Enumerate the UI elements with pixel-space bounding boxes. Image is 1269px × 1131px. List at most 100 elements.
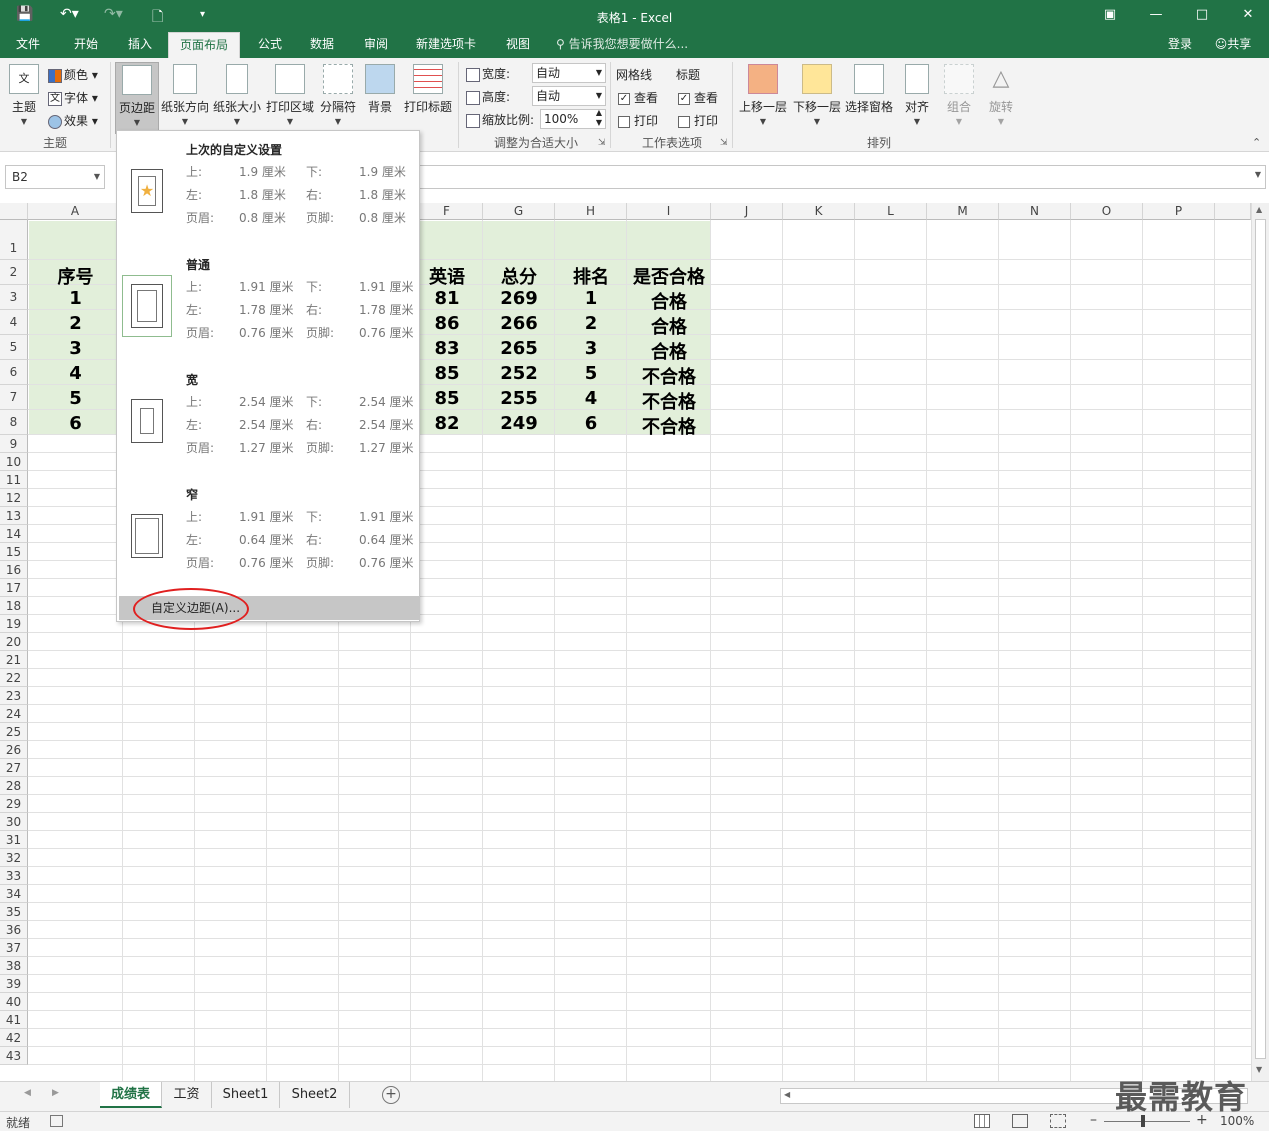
column-header[interactable]: F: [411, 203, 483, 220]
row-header[interactable]: 14: [0, 525, 28, 543]
minimize-button[interactable]: —: [1144, 4, 1168, 26]
select-all-corner[interactable]: [0, 203, 28, 220]
row-header[interactable]: 22: [0, 669, 28, 687]
gridlines-print-checkbox[interactable]: 打印: [618, 112, 658, 129]
row-header[interactable]: 32: [0, 849, 28, 867]
cell[interactable]: 不合格: [627, 413, 711, 439]
fonts-button[interactable]: 文字体 ▾: [48, 89, 98, 106]
collapse-ribbon-icon[interactable]: ⌃: [1252, 136, 1261, 149]
scroll-down-icon[interactable]: ▼: [1256, 1065, 1262, 1074]
bring-forward-button[interactable]: 上移一层 ▼: [738, 62, 788, 130]
column-header[interactable]: L: [855, 203, 927, 220]
row-header[interactable]: 10: [0, 453, 28, 471]
cell-header[interactable]: 总分: [483, 263, 555, 289]
tab-home[interactable]: 开始: [64, 32, 108, 58]
orientation-button[interactable]: 纸张方向 ▼: [160, 62, 210, 130]
send-backward-button[interactable]: 下移一层 ▼: [792, 62, 842, 130]
column-header[interactable]: P: [1143, 203, 1215, 220]
row-header[interactable]: 43: [0, 1047, 28, 1065]
row-header[interactable]: 30: [0, 813, 28, 831]
breaks-button[interactable]: 分隔符 ▼: [318, 62, 358, 130]
group-button[interactable]: 组合 ▼: [940, 62, 978, 130]
row-header[interactable]: 24: [0, 705, 28, 723]
column-header[interactable]: K: [783, 203, 855, 220]
maximize-button[interactable]: □: [1190, 4, 1214, 26]
cell[interactable]: 4: [28, 363, 123, 384]
expand-formula-icon[interactable]: ▼: [1255, 170, 1261, 179]
row-header[interactable]: 13: [0, 507, 28, 525]
cell[interactable]: 3: [28, 338, 123, 359]
row-header[interactable]: 12: [0, 489, 28, 507]
cell[interactable]: 不合格: [627, 388, 711, 414]
share-button[interactable]: ☺共享: [1206, 32, 1260, 58]
zoom-out-icon[interactable]: –: [1090, 1112, 1097, 1128]
scroll-thumb[interactable]: [1255, 219, 1266, 1059]
row-header[interactable]: 15: [0, 543, 28, 561]
row-header[interactable]: 38: [0, 957, 28, 975]
page-layout-view-icon[interactable]: [1012, 1114, 1028, 1128]
row-header[interactable]: 36: [0, 921, 28, 939]
scroll-left-icon[interactable]: ◀: [784, 1090, 790, 1099]
cell[interactable]: 265: [483, 338, 555, 359]
row-header[interactable]: 21: [0, 651, 28, 669]
row-header[interactable]: 29: [0, 795, 28, 813]
name-box[interactable]: B2 ▼: [5, 165, 105, 189]
macro-record-icon[interactable]: [50, 1115, 63, 1127]
tab-data[interactable]: 数据: [300, 32, 344, 58]
add-sheet-icon[interactable]: +: [382, 1086, 400, 1104]
margin-preset-item[interactable]: 宽上: 2.54 厘米 下: 2.54 厘米 左: 2.54 厘米 右: 2.54 厘米 页眉:…: [117, 361, 419, 475]
scroll-left-icon[interactable]: ◀: [24, 1088, 31, 1098]
cell-header[interactable]: 英语: [411, 263, 483, 289]
colors-button[interactable]: 颜色 ▾: [48, 66, 98, 83]
row-header[interactable]: 27: [0, 759, 28, 777]
row-header[interactable]: 9: [0, 435, 28, 453]
cell[interactable]: 85: [411, 363, 483, 384]
sheet-tab[interactable]: Sheet2: [280, 1082, 350, 1108]
cell[interactable]: 6: [28, 413, 123, 434]
row-header[interactable]: 37: [0, 939, 28, 957]
column-header[interactable]: J: [711, 203, 783, 220]
cell[interactable]: 255: [483, 388, 555, 409]
cell[interactable]: 252: [483, 363, 555, 384]
cell[interactable]: 2: [28, 313, 123, 334]
cell-header[interactable]: 是否合格: [627, 263, 711, 289]
row-header[interactable]: 19: [0, 615, 28, 633]
column-header[interactable]: I: [627, 203, 711, 220]
scale-spinner[interactable]: 100% ▲ ▼: [540, 108, 606, 129]
margins-button[interactable]: 页边距 ▼: [115, 62, 159, 134]
tab-formulas[interactable]: 公式: [248, 32, 292, 58]
cell[interactable]: 3: [555, 338, 627, 359]
row-header[interactable]: 40: [0, 993, 28, 1011]
print-titles-button[interactable]: 打印标题: [402, 62, 454, 130]
cell[interactable]: 合格: [627, 338, 711, 364]
row-header[interactable]: 1: [0, 220, 28, 260]
themes-button[interactable]: 文 主题 ▼: [4, 62, 44, 130]
sheet-tab[interactable]: 成绩表: [100, 1082, 162, 1108]
close-button[interactable]: ✕: [1236, 4, 1260, 26]
vertical-scrollbar[interactable]: ▲ ▼: [1251, 203, 1269, 1081]
login-link[interactable]: 登录: [1160, 32, 1200, 58]
cell[interactable]: 6: [555, 413, 627, 434]
ribbon-display-icon[interactable]: ▣: [1098, 4, 1122, 26]
rotate-button[interactable]: △ 旋转 ▼: [982, 62, 1020, 130]
row-header[interactable]: 7: [0, 385, 28, 410]
row-header[interactable]: 28: [0, 777, 28, 795]
cell[interactable]: 86: [411, 313, 483, 334]
cell[interactable]: 4: [555, 388, 627, 409]
cell[interactable]: 266: [483, 313, 555, 334]
row-header[interactable]: 35: [0, 903, 28, 921]
cell[interactable]: 1: [555, 288, 627, 309]
cell[interactable]: 5: [28, 388, 123, 409]
row-header[interactable]: 25: [0, 723, 28, 741]
background-button[interactable]: 背景: [362, 62, 398, 130]
zoom-slider[interactable]: [1104, 1121, 1190, 1122]
column-header[interactable]: H: [555, 203, 627, 220]
align-button[interactable]: 对齐 ▼: [898, 62, 936, 130]
tab-review[interactable]: 审阅: [354, 32, 398, 58]
dialog-launcher-icon[interactable]: ⇲: [598, 138, 606, 148]
column-header[interactable]: M: [927, 203, 999, 220]
row-header[interactable]: 26: [0, 741, 28, 759]
cell[interactable]: 合格: [627, 288, 711, 314]
cell[interactable]: 5: [555, 363, 627, 384]
row-header[interactable]: 17: [0, 579, 28, 597]
